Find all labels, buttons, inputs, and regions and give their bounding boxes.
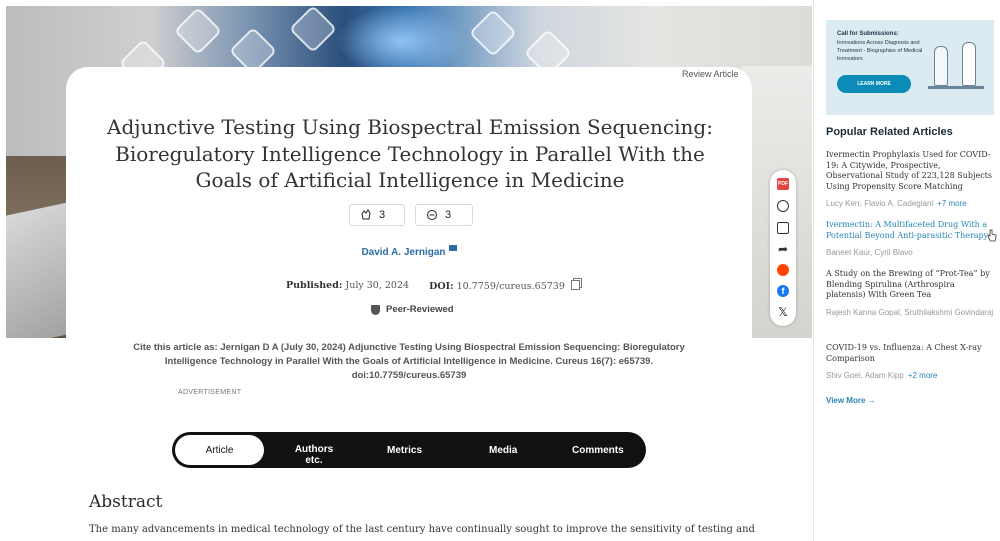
related-article-title[interactable]: Ivermectin Prophylaxis Used for COVID-19… — [826, 150, 996, 192]
ad-illustration — [926, 26, 986, 108]
authors-text: Rajesh Kanna Gopal, Sruthilakshmi Govind… — [826, 307, 994, 317]
learn-more-button[interactable]: LEARN MORE — [837, 75, 911, 93]
article-title: Adjunctive Testing Using Biospectral Emi… — [107, 115, 713, 192]
related-article-title[interactable]: A Study on the Brewing of “Prot-Tea” by … — [826, 269, 996, 301]
medical-hex-icon — [288, 6, 338, 54]
article-tabs: Article Authors etc. Metrics Media Comme… — [172, 432, 646, 468]
mail-icon[interactable] — [777, 222, 789, 234]
copy-icon[interactable] — [570, 280, 580, 290]
author-link[interactable]: David A. Jernigan — [361, 247, 445, 258]
sidebar: Call for Submissions: Innovations Across… — [813, 0, 1000, 541]
peer-reviewed-label: Peer-Reviewed — [386, 304, 454, 315]
email-icon[interactable] — [448, 245, 457, 251]
related-article-title[interactable]: COVID-19 vs. Influenza: A Chest X-ray Co… — [826, 343, 996, 364]
share-toolbar: PDF ➦ f 𝕏 — [770, 170, 796, 326]
published-info: Published: July 30, 2024 — [286, 280, 409, 292]
comments-button[interactable]: 3 — [415, 204, 473, 226]
published-label: Published: — [286, 280, 343, 291]
abstract-text: The many advancements in medical technol… — [89, 524, 755, 535]
related-article-title[interactable]: Ivermectin: A Multifaceted Drug With a P… — [826, 220, 996, 241]
comment-count: 3 — [445, 209, 452, 221]
doi-value: 10.7759/cureus.65739 — [456, 281, 565, 292]
related-article[interactable]: COVID-19 vs. Influenza: A Chest X-ray Co… — [826, 343, 996, 381]
medical-hex-icon — [468, 8, 518, 58]
facebook-icon[interactable]: f — [777, 285, 789, 297]
hand-cursor-icon — [987, 229, 997, 242]
published-date: July 30, 2024 — [345, 280, 410, 291]
doi-label: DOI: — [429, 281, 454, 292]
share-icon[interactable]: ➦ — [777, 243, 789, 255]
tab-authors[interactable]: Authors etc. — [292, 444, 336, 466]
related-article-authors: Lucy Kerr, Flavio A. Cadegiani +7 more — [826, 198, 996, 209]
ad-title: Call for Submissions: — [837, 31, 899, 37]
clap-icon — [361, 209, 371, 220]
doctor-figure — [962, 42, 976, 86]
sidebar-ad-banner[interactable]: Call for Submissions: Innovations Across… — [826, 20, 994, 115]
related-article[interactable]: A Study on the Brewing of “Prot-Tea” by … — [826, 269, 996, 318]
tab-article[interactable]: Article — [175, 435, 264, 465]
shield-icon — [371, 304, 380, 315]
ad-body: Innovations Across Diagnosis and Treatme… — [837, 40, 923, 62]
related-article[interactable]: Ivermectin: A Multifaceted Drug With a P… — [826, 220, 996, 258]
view-more-link[interactable]: View More → — [826, 396, 876, 405]
tab-comments[interactable]: Comments — [572, 445, 624, 456]
article-type-badge: Review Article — [682, 69, 739, 79]
doi-info: DOI: 10.7759/cureus.65739 — [429, 280, 580, 292]
article-stats: 3 3 — [349, 204, 473, 226]
tab-media[interactable]: Media — [489, 445, 517, 456]
popular-articles-heading: Popular Related Articles — [826, 126, 953, 138]
pdf-icon[interactable]: PDF — [777, 178, 789, 190]
related-article-authors: Shiv Goel, Adam Kipp +2 more — [826, 370, 996, 381]
reddit-icon[interactable] — [777, 264, 789, 276]
authors-text: Lucy Kerr, Flavio A. Cadegiani — [826, 199, 934, 208]
desk-line — [928, 86, 984, 89]
x-icon[interactable]: 𝕏 — [777, 306, 789, 318]
related-article[interactable]: Ivermectin Prophylaxis Used for COVID-19… — [826, 150, 996, 209]
clap-button[interactable]: 3 — [349, 204, 405, 226]
comment-icon — [427, 210, 437, 220]
authors-text: Baneet Kaur, Cyril Blavo — [826, 248, 913, 257]
author-line: David A. Jernigan — [0, 245, 818, 258]
citation-text: Cite this article as: Jernigan D A (July… — [133, 342, 685, 381]
advertisement-label: ADVERTISEMENT — [178, 389, 242, 396]
clap-count: 3 — [379, 209, 386, 221]
doctor-figure — [934, 46, 948, 86]
more-authors-link[interactable]: +2 more — [908, 371, 938, 380]
globe-icon[interactable] — [777, 200, 789, 212]
medical-hex-icon — [173, 6, 223, 56]
related-article-authors: Baneet Kaur, Cyril Blavo — [826, 247, 996, 258]
more-authors-link[interactable]: +7 more — [937, 199, 967, 208]
peer-reviewed-badge: Peer-Reviewed — [371, 304, 454, 315]
abstract-heading: Abstract — [89, 492, 163, 512]
tab-metrics[interactable]: Metrics — [387, 445, 422, 456]
authors-text: Shiv Goel, Adam Kipp — [826, 371, 904, 380]
publication-info: Published: July 30, 2024 DOI: 10.7759/cu… — [286, 280, 580, 292]
xray-glow — [336, 6, 466, 76]
related-article-authors: Rajesh Kanna Gopal, Sruthilakshmi Govind… — [826, 307, 996, 318]
